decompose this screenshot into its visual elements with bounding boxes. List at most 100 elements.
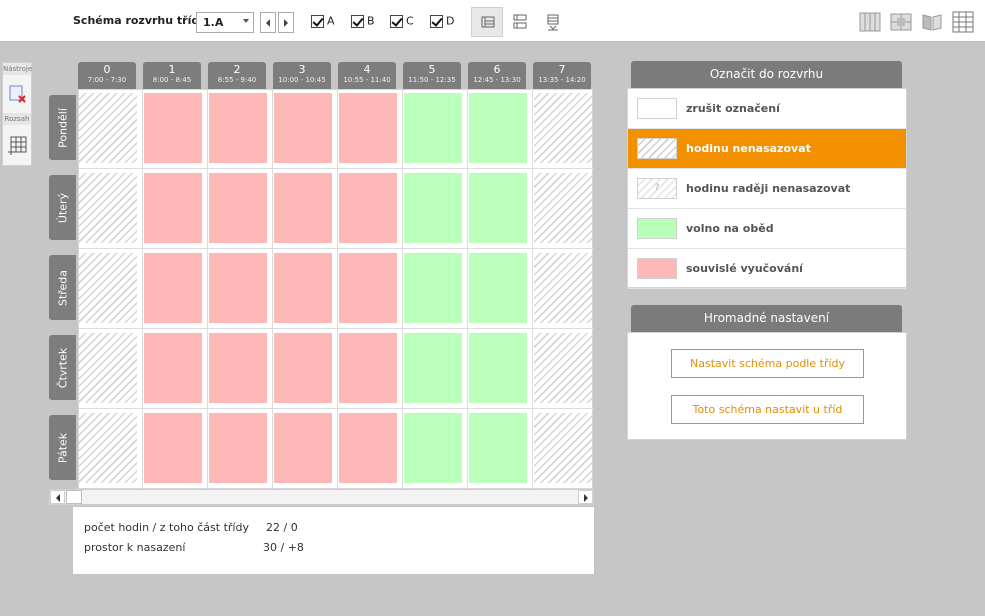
schedule-cell-Pátek-4[interactable] bbox=[339, 413, 397, 483]
schedule-cell-Úterý-0[interactable] bbox=[79, 173, 137, 243]
legend-title: Označit do rozvrhu bbox=[631, 61, 902, 88]
column-divider bbox=[402, 90, 403, 490]
schedule-cell-Úterý-5[interactable] bbox=[404, 173, 462, 243]
schedule-cell-Středa-6[interactable] bbox=[469, 253, 527, 323]
schedule-cell-Čtvrtek-2[interactable] bbox=[209, 333, 267, 403]
schedule-cell-Čtvrtek-0[interactable] bbox=[79, 333, 137, 403]
row-header-2[interactable]: Středa bbox=[49, 255, 76, 320]
legend-item-2[interactable]: ? hodinu raději nenasazovat bbox=[628, 169, 906, 209]
day-label: Pátek bbox=[56, 432, 69, 463]
checkbox-c[interactable]: C bbox=[390, 14, 414, 30]
legend-item-3[interactable]: volno na oběd bbox=[628, 209, 906, 249]
schedule-cell-Pátek-3[interactable] bbox=[274, 413, 332, 483]
schedule-cell-Pondělí-3[interactable] bbox=[274, 93, 332, 163]
schedule-cell-Čtvrtek-5[interactable] bbox=[404, 333, 462, 403]
checkbox-b[interactable]: B bbox=[351, 14, 375, 30]
class-select[interactable]: 1.A bbox=[196, 12, 254, 33]
schedule-cell-Čtvrtek-3[interactable] bbox=[274, 333, 332, 403]
column-time: 11:50 - 12:35 bbox=[408, 76, 456, 84]
schedule-cell-Čtvrtek-6[interactable] bbox=[469, 333, 527, 403]
column-divider bbox=[467, 90, 468, 490]
grid-range-icon bbox=[8, 136, 27, 155]
eraser-tool-button[interactable] bbox=[3, 75, 31, 113]
horizontal-scrollbar[interactable] bbox=[49, 489, 594, 505]
next-class-button[interactable] bbox=[278, 12, 294, 33]
table-icon bbox=[952, 11, 974, 33]
row-header-4[interactable]: Pátek bbox=[49, 415, 76, 480]
column-header-2[interactable]: 2 8:55 - 9:40 bbox=[208, 62, 266, 89]
legend-item-0[interactable]: zrušit označení bbox=[628, 89, 906, 129]
schedule-cell-Úterý-7[interactable] bbox=[534, 173, 592, 243]
row-header-3[interactable]: Čtvrtek bbox=[49, 335, 76, 400]
view-list-button[interactable] bbox=[471, 7, 503, 37]
schedule-cell-Pátek-7[interactable] bbox=[534, 413, 592, 483]
schedule-cell-Úterý-3[interactable] bbox=[274, 173, 332, 243]
schedule-cell-Pondělí-1[interactable] bbox=[144, 93, 202, 163]
set-scheme-by-class-button[interactable]: Nastavit schéma podle třídy bbox=[671, 349, 864, 378]
columns-tool-button[interactable] bbox=[859, 11, 881, 33]
schedule-cell-Úterý-2[interactable] bbox=[209, 173, 267, 243]
schedule-cell-Středa-0[interactable] bbox=[79, 253, 137, 323]
schedule-cell-Pondělí-0[interactable] bbox=[79, 93, 137, 163]
apply-scheme-to-classes-button[interactable]: Toto schéma nastavit u tříd bbox=[671, 395, 864, 424]
schedule-cell-Pátek-1[interactable] bbox=[144, 413, 202, 483]
schedule-cell-Středa-2[interactable] bbox=[209, 253, 267, 323]
column-time: 10:00 - 10:45 bbox=[278, 76, 326, 84]
schedule-cell-Úterý-1[interactable] bbox=[144, 173, 202, 243]
class-select-value: 1.A bbox=[203, 16, 224, 29]
schedule-cell-Pondělí-4[interactable] bbox=[339, 93, 397, 163]
schedule-cell-Čtvrtek-1[interactable] bbox=[144, 333, 202, 403]
legend-item-4[interactable]: souvislé vyučování bbox=[628, 249, 906, 289]
clear-cell-icon bbox=[9, 85, 26, 103]
view-grid-button[interactable] bbox=[504, 7, 536, 37]
column-header-5[interactable]: 5 11:50 - 12:35 bbox=[403, 62, 461, 89]
range-tool-button[interactable] bbox=[3, 125, 31, 163]
column-header-0[interactable]: 0 7:00 - 7:30 bbox=[78, 62, 136, 89]
checkbox-a[interactable]: A bbox=[311, 14, 335, 30]
schedule-cell-Pátek-0[interactable] bbox=[79, 413, 137, 483]
prev-class-button[interactable] bbox=[260, 12, 276, 33]
scroll-left-button[interactable] bbox=[50, 490, 65, 504]
class-scheme-label: Schéma rozvrhu třídy: bbox=[73, 14, 211, 27]
merge-tool-button[interactable] bbox=[890, 11, 912, 33]
table-tool-button[interactable] bbox=[952, 11, 974, 33]
legend-swatch bbox=[637, 218, 677, 239]
legend-label: hodinu nenasazovat bbox=[686, 142, 811, 155]
schedule-cell-Pátek-5[interactable] bbox=[404, 413, 462, 483]
column-header-7[interactable]: 7 13:35 - 14:20 bbox=[533, 62, 591, 89]
column-header-6[interactable]: 6 12:45 - 13:30 bbox=[468, 62, 526, 89]
column-number: 5 bbox=[428, 63, 436, 76]
hours-label: počet hodin / z toho část třídy bbox=[84, 521, 249, 534]
book-tool-button[interactable] bbox=[921, 11, 943, 33]
schedule-cell-Pátek-2[interactable] bbox=[209, 413, 267, 483]
schedule-cell-Pondělí-6[interactable] bbox=[469, 93, 527, 163]
schedule-cell-Čtvrtek-4[interactable] bbox=[339, 333, 397, 403]
column-header-4[interactable]: 4 10:55 - 11:40 bbox=[338, 62, 396, 89]
row-header-0[interactable]: Pondělí bbox=[49, 95, 76, 160]
schedule-cell-Čtvrtek-7[interactable] bbox=[534, 333, 592, 403]
schedule-cell-Pondělí-7[interactable] bbox=[534, 93, 592, 163]
column-header-1[interactable]: 1 8:00 - 8:45 bbox=[143, 62, 201, 89]
schedule-cell-Středa-7[interactable] bbox=[534, 253, 592, 323]
schedule-cell-Středa-3[interactable] bbox=[274, 253, 332, 323]
schedule-cell-Středa-1[interactable] bbox=[144, 253, 202, 323]
schedule-cell-Úterý-4[interactable] bbox=[339, 173, 397, 243]
checkbox-c-label: C bbox=[406, 14, 414, 28]
view-detail-button[interactable] bbox=[537, 7, 569, 37]
row-header-1[interactable]: Úterý bbox=[49, 175, 76, 240]
legend-swatch: ? bbox=[637, 178, 677, 199]
checkbox-d-label: D bbox=[446, 14, 455, 28]
legend-swatch bbox=[637, 138, 677, 159]
schedule-cell-Úterý-6[interactable] bbox=[469, 173, 527, 243]
scroll-right-button[interactable] bbox=[578, 490, 593, 504]
checkbox-d[interactable]: D bbox=[430, 14, 454, 30]
legend-item-1[interactable]: hodinu nenasazovat bbox=[628, 129, 906, 169]
schedule-cell-Pondělí-2[interactable] bbox=[209, 93, 267, 163]
schedule-cell-Pátek-6[interactable] bbox=[469, 413, 527, 483]
column-number: 6 bbox=[493, 63, 501, 76]
schedule-cell-Středa-4[interactable] bbox=[339, 253, 397, 323]
schedule-cell-Pondělí-5[interactable] bbox=[404, 93, 462, 163]
scroll-thumb[interactable] bbox=[66, 490, 82, 504]
column-header-3[interactable]: 3 10:00 - 10:45 bbox=[273, 62, 331, 89]
schedule-cell-Středa-5[interactable] bbox=[404, 253, 462, 323]
